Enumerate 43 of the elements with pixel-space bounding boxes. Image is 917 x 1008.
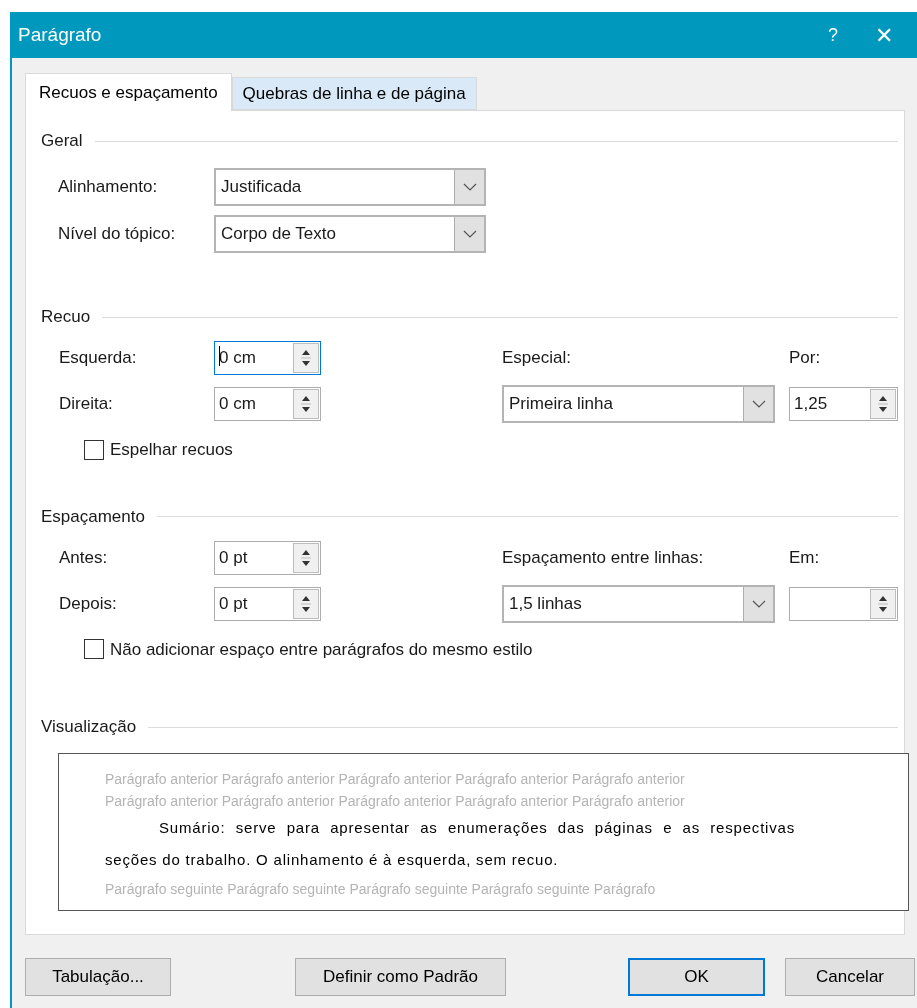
field-label: Esquerda: (59, 347, 138, 370)
field-label: Especial: (502, 347, 572, 369)
field-label: Por: (789, 347, 822, 369)
preview-paragraph: Sumário: serve para apresentar as enumerações das páginas e as respectivas seções do trabalho. O alinhamento é à esquerda, sem recuo. (105, 818, 795, 870)
dropdown[interactable]: Primeira linha (502, 385, 775, 423)
dropdown[interactable]: Justificada (214, 168, 486, 206)
button[interactable]: OK (628, 958, 765, 996)
button[interactable]: Cancelar (785, 958, 915, 996)
button[interactable]: Tabulação... (25, 958, 171, 996)
tab[interactable]: Recuos e espaçamento (25, 73, 232, 111)
field-label: Espaçamento entre linhas: (502, 546, 705, 569)
section-heading: Geral (41, 130, 83, 153)
dropdown[interactable]: Corpo de Texto (214, 215, 486, 253)
spin-field[interactable]: 1,25 (789, 387, 898, 421)
spin-field[interactable] (789, 586, 898, 621)
chevron-down-icon (751, 400, 766, 408)
spin-field[interactable]: 0 cm (214, 341, 321, 375)
chevron-down-icon (751, 599, 766, 608)
tab[interactable]: Quebras de linha e de página (231, 77, 477, 110)
field-label: Depois: (59, 592, 118, 615)
preview-text: Parágrafo anterior Parágrafo anterior Parágrafo anterior Parágrafo anterior Parágrafo anterior (105, 792, 686, 811)
section-heading: Espaçamento (41, 505, 145, 528)
spin-field[interactable]: 0 cm (214, 387, 321, 421)
spin-field[interactable]: 0 pt (214, 586, 321, 621)
button[interactable]: Definir como Padrão (295, 958, 506, 996)
window-title: Parágrafo (18, 22, 103, 47)
checkbox[interactable] (84, 439, 104, 460)
preview-text: Parágrafo seguinte Parágrafo seguinte Parágrafo seguinte Parágrafo seguinte Parágrafo (105, 880, 657, 899)
chevron-down-icon (462, 230, 477, 238)
checkbox-label: Espelhar recuos (110, 439, 233, 461)
preview-text: Parágrafo anterior Parágrafo anterior Parágrafo anterior Parágrafo anterior Parágrafo anterior (105, 770, 686, 789)
section-heading: Visualização (41, 716, 137, 739)
field-label: Alinhamento: (58, 176, 159, 199)
section-heading: Recuo (41, 306, 91, 329)
spin-field[interactable]: 0 pt (214, 540, 321, 575)
field-label: Nível do tópico: (58, 223, 177, 246)
field-label: Direita: (59, 393, 114, 416)
chevron-down-icon (462, 183, 477, 191)
dropdown[interactable]: 1,5 linhas (502, 584, 775, 623)
field-label: Em: (789, 546, 821, 569)
checkbox[interactable] (84, 639, 104, 660)
checkbox-label: Não adicionar espaço entre parágrafos do mesmo estilo (110, 638, 533, 661)
field-label: Antes: (59, 546, 109, 569)
